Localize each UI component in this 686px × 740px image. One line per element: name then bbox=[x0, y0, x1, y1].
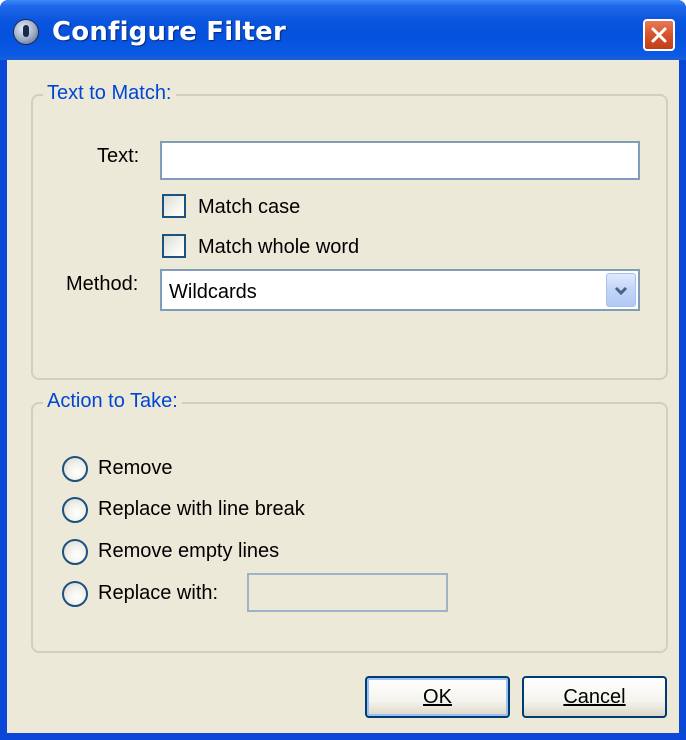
method-select-value: Wildcards bbox=[169, 281, 257, 303]
cancel-button-label: Cancel bbox=[563, 686, 626, 708]
text-to-match-legend: Text to Match: bbox=[43, 82, 176, 105]
action-to-take-group: Action to Take: bbox=[31, 390, 668, 653]
close-button[interactable] bbox=[643, 19, 675, 51]
text-input[interactable] bbox=[160, 141, 640, 180]
configure-filter-window: Configure Filter Text to Match: Text: Ma… bbox=[0, 0, 686, 740]
ok-button[interactable]: OK bbox=[365, 676, 510, 718]
method-select[interactable]: Wildcards bbox=[160, 269, 640, 311]
cancel-button[interactable]: Cancel bbox=[522, 676, 667, 718]
text-label: Text: bbox=[97, 145, 140, 167]
dialog-body: Text to Match: Text: Match case Match wh… bbox=[7, 60, 679, 733]
title-bar[interactable]: Configure Filter bbox=[0, 0, 686, 60]
method-label: Method: bbox=[66, 273, 139, 295]
replace-with-line-break-radio[interactable] bbox=[62, 497, 88, 523]
remove-radio[interactable] bbox=[62, 456, 88, 482]
window-title: Configure Filter bbox=[52, 17, 286, 47]
match-whole-word-label[interactable]: Match whole word bbox=[198, 236, 359, 259]
chevron-down-icon bbox=[614, 286, 628, 296]
action-to-take-legend: Action to Take: bbox=[43, 390, 182, 413]
match-whole-word-checkbox[interactable] bbox=[162, 234, 186, 258]
ok-button-label: OK bbox=[423, 686, 452, 708]
match-case-label[interactable]: Match case bbox=[198, 196, 300, 219]
replace-with-line-break-label[interactable]: Replace with line break bbox=[98, 498, 305, 521]
remove-empty-lines-radio[interactable] bbox=[62, 539, 88, 565]
close-icon bbox=[651, 27, 667, 43]
replace-with-label[interactable]: Replace with: bbox=[98, 582, 218, 605]
replace-with-radio[interactable] bbox=[62, 581, 88, 607]
replace-with-input[interactable] bbox=[247, 573, 448, 612]
remove-empty-lines-label[interactable]: Remove empty lines bbox=[98, 540, 279, 563]
match-case-checkbox[interactable] bbox=[162, 194, 186, 218]
method-dropdown-button[interactable] bbox=[606, 273, 636, 307]
remove-label[interactable]: Remove bbox=[98, 457, 172, 480]
app-icon bbox=[14, 20, 38, 44]
